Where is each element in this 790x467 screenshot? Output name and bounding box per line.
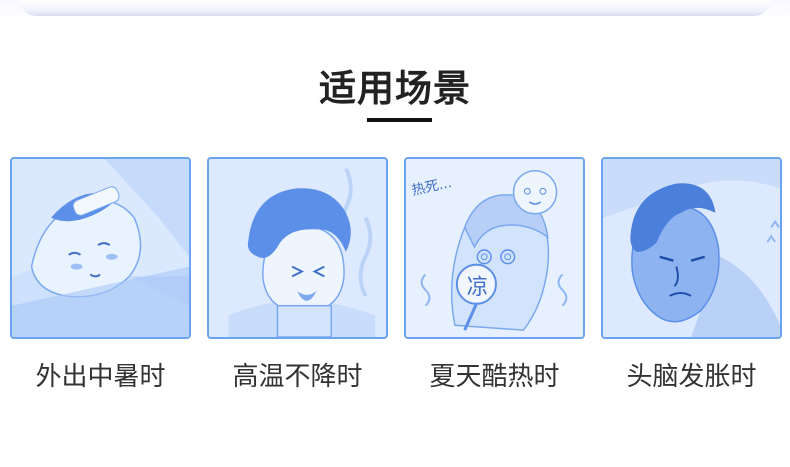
sunstroke-bed-illustration	[12, 159, 189, 337]
scene-caption-high-temperature: 高温不降时	[232, 362, 363, 392]
scene-card-hot-summer: 凉 热死...	[404, 157, 585, 339]
scene-caption-sunstroke: 外出中暑时	[35, 362, 166, 392]
high-fever-boy-illustration	[209, 159, 386, 337]
banner-shadow	[20, 0, 770, 16]
section-title: 适用场景	[319, 67, 471, 110]
fan-text: 凉	[467, 275, 489, 300]
scene-card-high-temperature	[207, 157, 388, 339]
page: 适用场景 外出中暑时 高温不降时 凉 热死... 夏天酷热时 头脑发胀时	[0, 0, 790, 467]
scene-card-sunstroke	[10, 157, 191, 339]
title-underline	[367, 118, 432, 122]
scene-caption-hot-summer: 夏天酷热时	[429, 362, 560, 392]
scene-caption-headache: 头脑发胀时	[626, 362, 757, 392]
top-banner-edge	[0, 0, 790, 22]
headache-man-illustration	[603, 159, 780, 337]
scene-card-headache	[601, 157, 782, 339]
hot-summer-girl-illustration: 凉 热死...	[406, 159, 583, 337]
